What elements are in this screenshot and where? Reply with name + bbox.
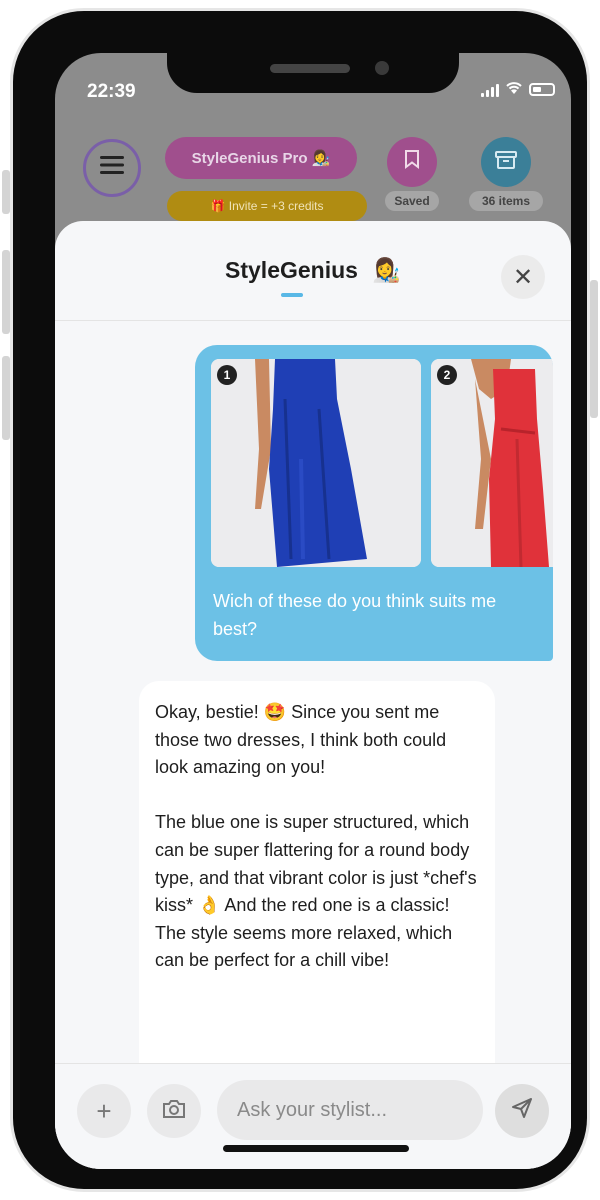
home-indicator xyxy=(223,1145,409,1152)
side-button-power xyxy=(590,280,598,418)
items-count-label: 36 items xyxy=(469,191,543,211)
send-button[interactable] xyxy=(495,1084,549,1138)
box-icon xyxy=(495,150,517,175)
dress-photo-2[interactable]: 2 xyxy=(431,359,553,567)
plus-icon: + xyxy=(96,1095,112,1126)
sheet-title: StyleGenius xyxy=(225,257,358,283)
speaker-grille xyxy=(270,64,350,73)
side-button-action xyxy=(2,170,10,214)
notch xyxy=(167,53,459,93)
saved-label: Saved xyxy=(385,191,439,211)
front-camera xyxy=(375,61,389,75)
pro-badge[interactable]: StyleGenius Pro 👩‍🎨 xyxy=(165,137,357,179)
status-icons xyxy=(481,81,555,98)
menu-button[interactable] xyxy=(83,139,141,197)
send-icon xyxy=(510,1096,534,1127)
ask-stylist-input[interactable] xyxy=(217,1080,483,1140)
user-message-text: Wich of these do you think suits me best… xyxy=(213,591,497,639)
close-icon: ✕ xyxy=(512,263,534,291)
status-time: 22:39 xyxy=(87,81,136,102)
photo-number-badge: 1 xyxy=(217,365,237,385)
title-indicator xyxy=(281,293,303,297)
close-button[interactable]: ✕ xyxy=(501,255,545,299)
battery-icon xyxy=(529,83,555,96)
side-button-volume-down xyxy=(2,356,10,440)
red-dress-image xyxy=(431,359,553,567)
photo-number-badge: 2 xyxy=(437,365,457,385)
signal-icon xyxy=(481,83,499,97)
message-composer: + xyxy=(55,1063,571,1169)
invite-credits-pill[interactable]: 🎁 Invite = +3 credits xyxy=(167,191,367,221)
bot-paragraph: Okay, bestie! 🤩 Since you sent me those … xyxy=(155,702,447,778)
sheet-title-row: StyleGenius 👩‍🎨 xyxy=(55,257,571,284)
camera-icon xyxy=(161,1096,187,1127)
menu-icon xyxy=(99,154,125,182)
stylist-avatar-icon: 👩‍🎨 xyxy=(372,257,401,283)
side-button-volume-up xyxy=(2,250,10,334)
blue-dress-image xyxy=(211,359,421,567)
add-button[interactable]: + xyxy=(77,1084,131,1138)
user-message-bubble: 1 2 Wich of these do you think suits me … xyxy=(195,345,553,661)
saved-button[interactable] xyxy=(387,137,437,187)
sheet-header: StyleGenius 👩‍🎨 ✕ xyxy=(55,221,571,321)
wardrobe-button[interactable] xyxy=(481,137,531,187)
bot-paragraph: The blue one is super structured, which … xyxy=(155,812,477,971)
phone-screen: 22:39 StyleGenius Pro 👩‍🎨 🎁 Invite = +3 … xyxy=(55,53,571,1169)
stylist-chat-sheet: StyleGenius 👩‍🎨 ✕ 1 xyxy=(55,221,571,1169)
bookmark-icon xyxy=(404,149,420,175)
bot-message-bubble: Okay, bestie! 🤩 Since you sent me those … xyxy=(139,681,495,1111)
camera-button[interactable] xyxy=(147,1084,201,1138)
phone-frame: 22:39 StyleGenius Pro 👩‍🎨 🎁 Invite = +3 … xyxy=(10,8,590,1192)
bot-message-text: Okay, bestie! 🤩 Since you sent me those … xyxy=(139,681,495,975)
dress-photo-1[interactable]: 1 xyxy=(211,359,421,567)
wifi-icon xyxy=(505,81,523,98)
